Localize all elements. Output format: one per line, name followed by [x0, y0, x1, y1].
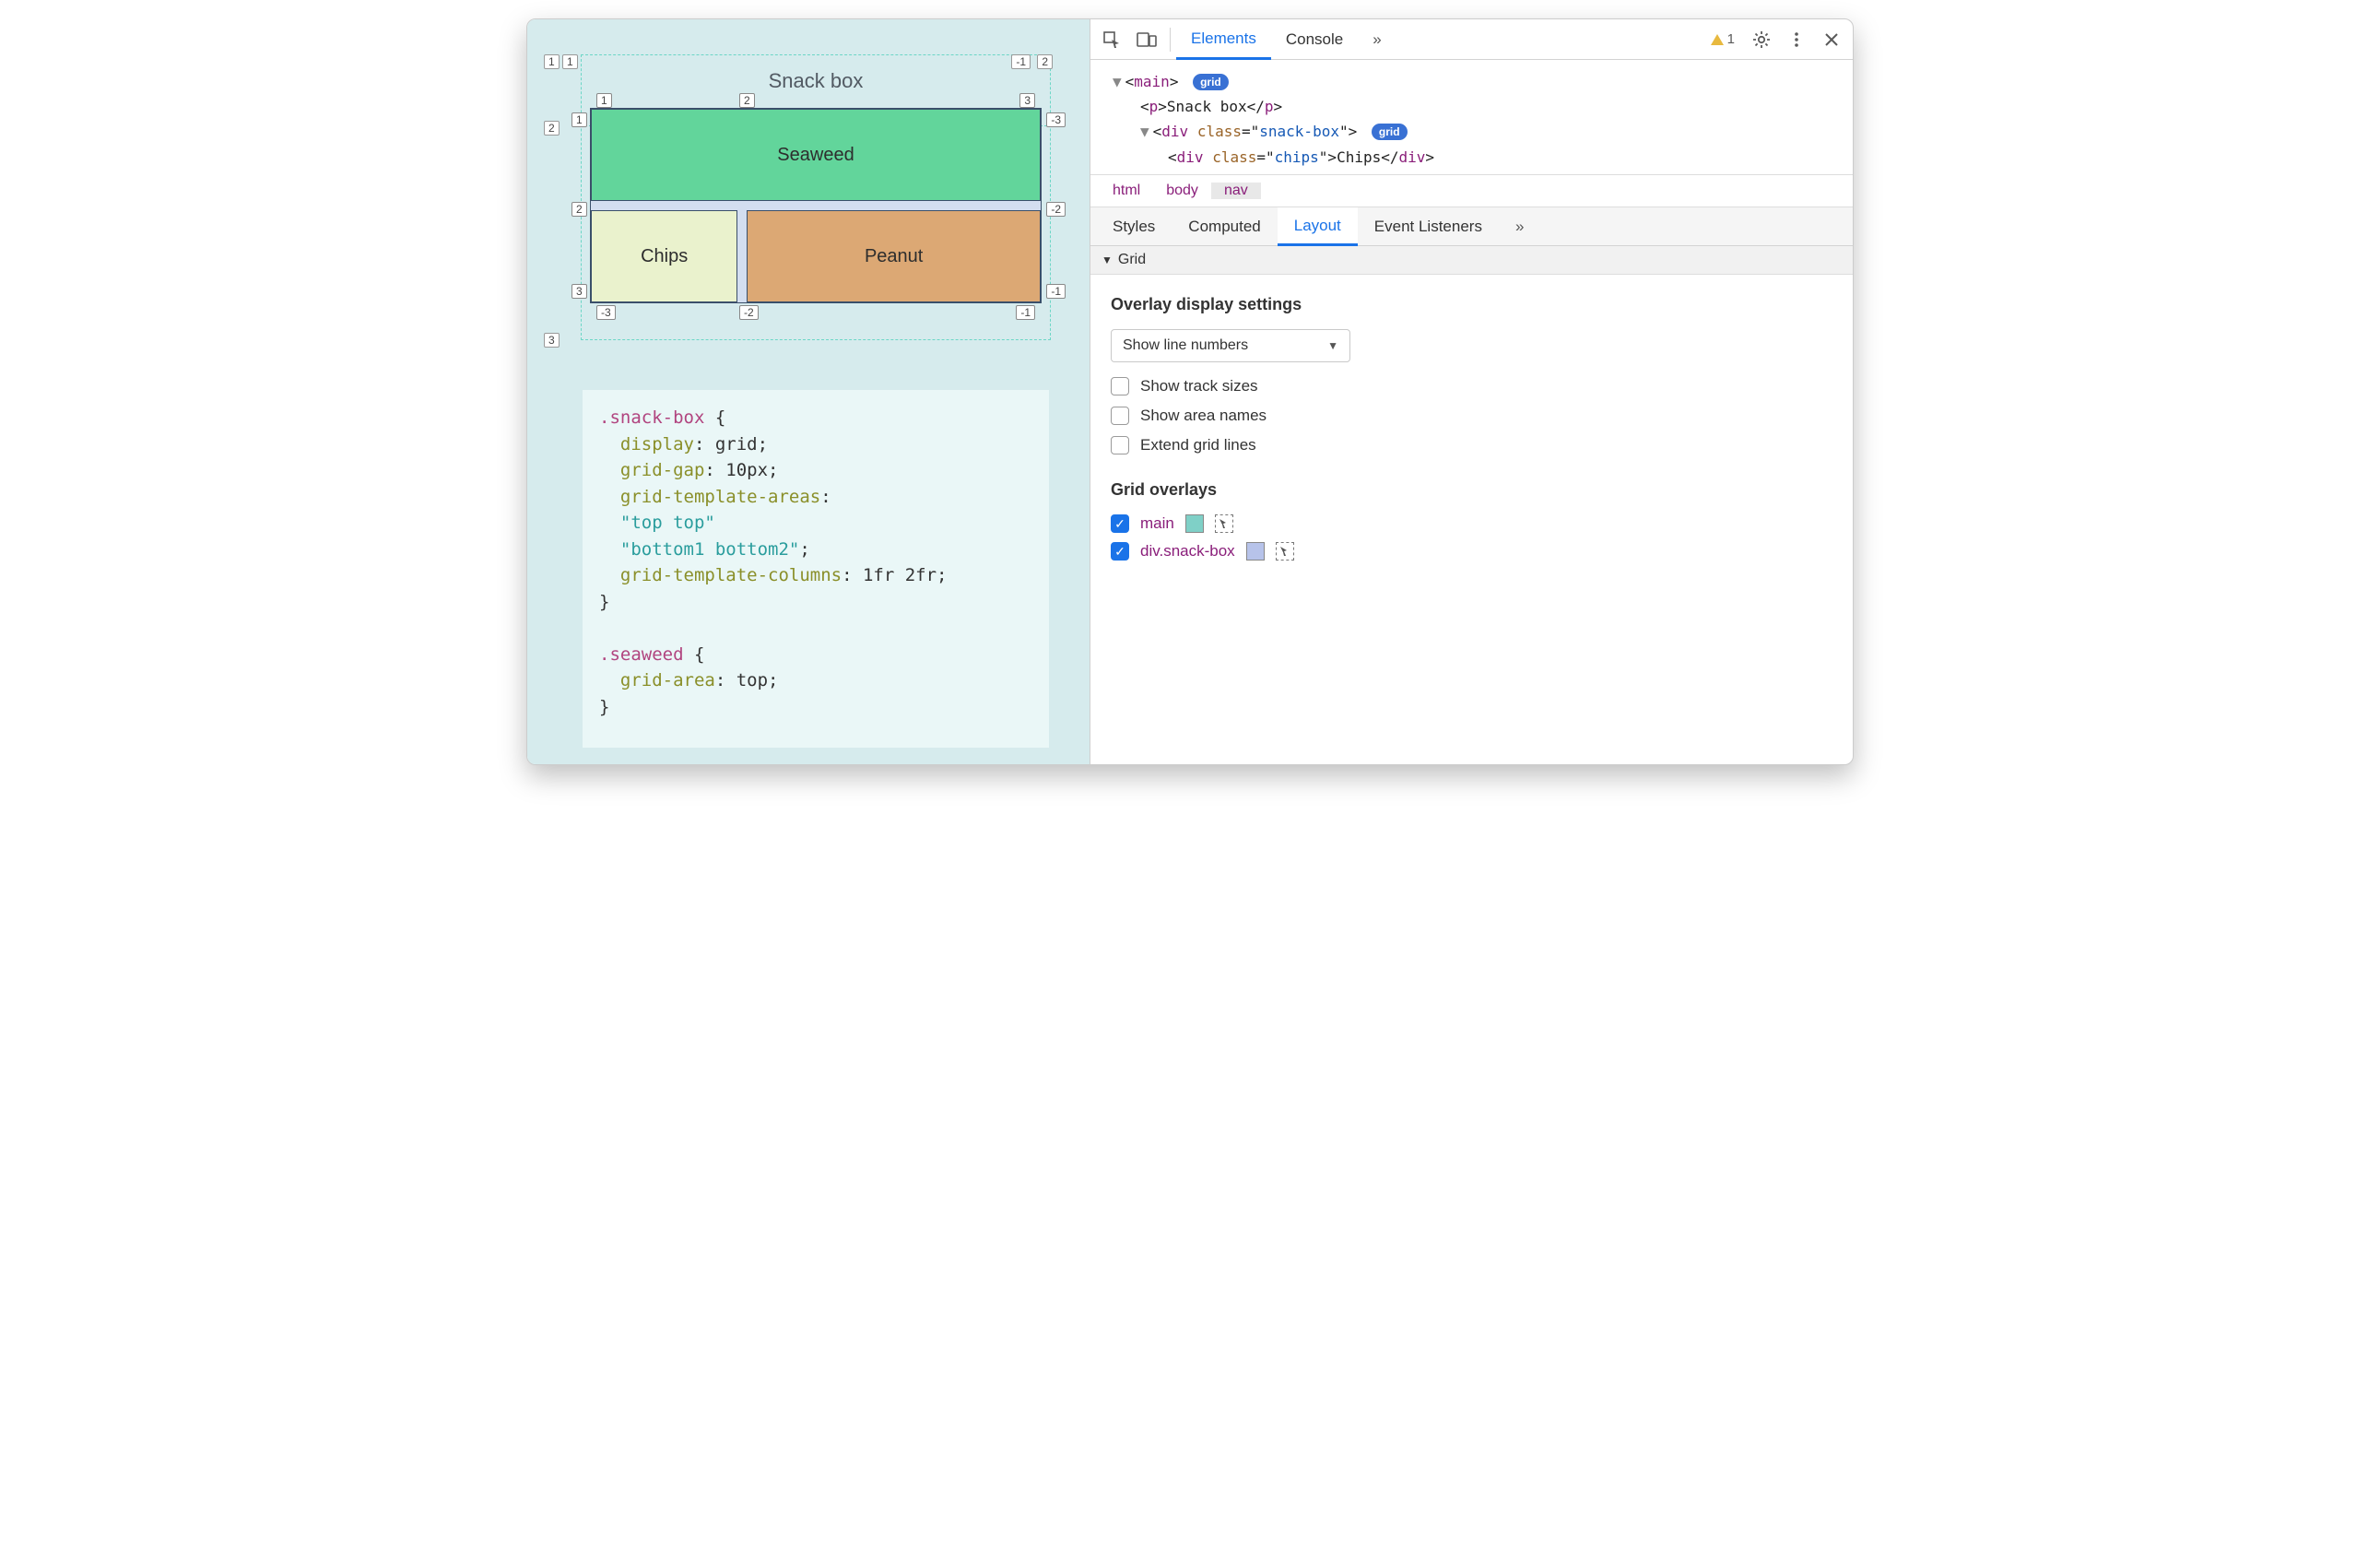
outer-line-badge: 2: [544, 121, 560, 136]
crumb-html[interactable]: html: [1100, 183, 1153, 199]
tabs-more-button[interactable]: »: [1358, 19, 1396, 60]
tab-layout[interactable]: Layout: [1278, 207, 1358, 246]
grid-section-title: Grid: [1118, 252, 1146, 268]
dom-node-main[interactable]: ▼<main> grid: [1113, 69, 1849, 94]
outer-line-badge: 1: [544, 54, 560, 69]
devtools-pane: Elements Console » 1 ▼<main> grid <p>Sna…: [1090, 19, 1853, 764]
warning-count: 1: [1727, 31, 1735, 47]
overlay-row-snack-box: ✓ div.snack-box: [1111, 542, 1832, 561]
preview-pane: 1 1 -1 2 2 3 Snack box 1 2 3 1 2 3 -3 -2…: [527, 19, 1090, 764]
grid-cell-seaweed: Seaweed: [591, 109, 1041, 201]
tab-computed[interactable]: Computed: [1172, 207, 1277, 246]
snack-box-grid: Seaweed Chips Peanut: [591, 109, 1041, 302]
main-grid-overlay: 1 1 -1 2 2 3 Snack box 1 2 3 1 2 3 -3 -2…: [583, 56, 1049, 338]
subtabs-more-button[interactable]: »: [1499, 207, 1540, 246]
disclosure-triangle-icon: ▼: [1102, 254, 1113, 266]
checkbox[interactable]: ✓: [1111, 514, 1129, 533]
grid-line-badge: 2: [739, 93, 755, 108]
outer-line-badge: 2: [1037, 54, 1053, 69]
snack-box-grid-overlay: 1 2 3 1 2 3 -3 -2 -1 -3 -2 -1 Seaweed Ch…: [590, 108, 1042, 303]
grid-badge[interactable]: grid: [1372, 124, 1408, 140]
outer-line-badge: -1: [1011, 54, 1031, 69]
close-devtools-button[interactable]: [1814, 22, 1849, 57]
settings-button[interactable]: [1744, 22, 1779, 57]
overlay-settings-title: Overlay display settings: [1111, 295, 1832, 314]
devtools-toolbar: Elements Console » 1: [1090, 19, 1853, 60]
more-menu-button[interactable]: [1779, 22, 1814, 57]
grid-line-badge: -2: [1046, 202, 1066, 217]
grid-line-badge: -1: [1016, 305, 1035, 320]
overlay-row-main: ✓ main: [1111, 514, 1832, 533]
grid-line-badge: -3: [1046, 112, 1066, 127]
outer-line-badge: 1: [562, 54, 578, 69]
overlay-label[interactable]: main: [1140, 514, 1174, 533]
device-toggle-icon[interactable]: [1129, 22, 1164, 57]
grid-line-badge: -3: [596, 305, 616, 320]
highlight-element-icon[interactable]: [1215, 514, 1233, 533]
grid-line-badge: 1: [596, 93, 612, 108]
grid-cell-chips: Chips: [591, 210, 737, 302]
tab-styles[interactable]: Styles: [1096, 207, 1172, 246]
dom-node-p[interactable]: <p>Snack box</p>: [1113, 94, 1849, 119]
grid-line-badge: 1: [571, 112, 587, 127]
checkbox[interactable]: [1111, 407, 1129, 425]
css-code-block: .snack-box { display: grid; grid-gap: 10…: [583, 390, 1049, 748]
disclosure-triangle-icon[interactable]: ▼: [1140, 123, 1149, 140]
checkbox-label: Extend grid lines: [1140, 436, 1256, 454]
page-title: Snack box: [583, 56, 1049, 108]
grid-line-badge: -2: [739, 305, 759, 320]
grid-line-badge: -1: [1046, 284, 1066, 299]
checkbox-row-track-sizes[interactable]: Show track sizes: [1111, 377, 1832, 395]
disclosure-triangle-icon[interactable]: ▼: [1113, 73, 1122, 90]
crumb-nav[interactable]: nav: [1211, 183, 1261, 199]
kebab-icon: [1794, 30, 1799, 49]
checkbox[interactable]: [1111, 377, 1129, 395]
checkbox[interactable]: [1111, 436, 1129, 454]
grid-overlays-section: Grid overlays ✓ main ✓ div.snack-box: [1111, 480, 1832, 561]
checkbox-label: Show area names: [1140, 407, 1267, 425]
checkbox-label: Show track sizes: [1140, 377, 1258, 395]
close-icon: [1824, 32, 1839, 47]
warning-icon: [1711, 34, 1724, 45]
tab-elements[interactable]: Elements: [1176, 19, 1271, 60]
layout-panel-body: Overlay display settings Show line numbe…: [1090, 275, 1853, 764]
app-window: 1 1 -1 2 2 3 Snack box 1 2 3 1 2 3 -3 -2…: [526, 18, 1854, 765]
grid-cell-peanut: Peanut: [747, 210, 1041, 302]
breadcrumb: html body nav: [1090, 174, 1853, 207]
highlight-element-icon[interactable]: [1276, 542, 1294, 561]
checkbox[interactable]: ✓: [1111, 542, 1129, 561]
grid-line-badge: 3: [571, 284, 587, 299]
dom-tree[interactable]: ▼<main> grid <p>Snack box</p> ▼<div clas…: [1090, 60, 1853, 174]
grid-line-badge: 3: [1019, 93, 1035, 108]
color-swatch[interactable]: [1185, 514, 1204, 533]
dom-node-chips[interactable]: <div class="chips">Chips</div>: [1113, 145, 1849, 170]
grid-line-badge: 2: [571, 202, 587, 217]
checkbox-row-extend-lines[interactable]: Extend grid lines: [1111, 436, 1832, 454]
styles-pane-tabs: Styles Computed Layout Event Listeners »: [1090, 207, 1853, 246]
tab-console[interactable]: Console: [1271, 19, 1358, 60]
inspect-icon[interactable]: [1094, 22, 1129, 57]
line-numbers-select[interactable]: Show line numbers ▼: [1111, 329, 1350, 362]
outer-line-badge: 3: [544, 333, 560, 348]
grid-badge[interactable]: grid: [1193, 74, 1229, 90]
checkbox-row-area-names[interactable]: Show area names: [1111, 407, 1832, 425]
crumb-body[interactable]: body: [1153, 183, 1211, 199]
tab-event-listeners[interactable]: Event Listeners: [1358, 207, 1499, 246]
dom-node-snack-box[interactable]: ▼<div class="snack-box"> grid: [1113, 119, 1849, 144]
select-value: Show line numbers: [1123, 337, 1248, 354]
gear-icon: [1752, 30, 1771, 49]
grid-overlays-title: Grid overlays: [1111, 480, 1832, 500]
color-swatch[interactable]: [1246, 542, 1265, 561]
overlay-label[interactable]: div.snack-box: [1140, 542, 1235, 561]
grid-section-header[interactable]: ▼ Grid: [1090, 246, 1853, 275]
chevron-down-icon: ▼: [1327, 339, 1338, 352]
warnings-indicator[interactable]: 1: [1702, 31, 1744, 47]
